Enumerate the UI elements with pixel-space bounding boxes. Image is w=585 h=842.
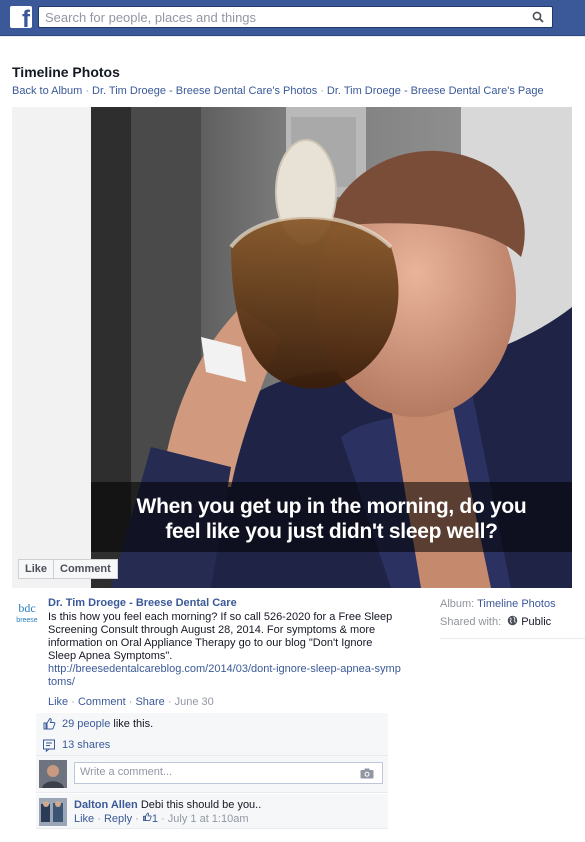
camera-icon[interactable] [360,768,374,782]
post-like-link[interactable]: Like [48,696,68,708]
comment-text: Debi this should be you.. [140,799,262,811]
commenter-name-link[interactable]: Dalton Allen [74,799,138,811]
comment-item: Dalton Allen Debi this should be you.. L… [36,794,388,829]
post-body: Dr. Tim Droege - Breese Dental Care Is t… [48,596,402,709]
comment-placeholder: Write a comment... [80,766,173,778]
side-divider [440,638,585,639]
comment-composer: Write a comment... [36,756,388,793]
viewer-avatar[interactable] [39,760,67,788]
thumbs-up-small-icon [142,812,152,821]
likes-row: 29 people like this. [36,713,388,735]
search-icon [532,11,544,23]
post-link[interactable]: http://breesedentalcareblog.com/2014/03/… [48,663,402,689]
page-photos-link[interactable]: Dr. Tim Droege - Breese Dental Care's Ph… [92,85,317,97]
post-author-link[interactable]: Dr. Tim Droege - Breese Dental Care [48,596,402,610]
breadcrumb-separator: · [320,85,324,97]
logo-sub: breese [16,617,38,624]
photo-info: Album: Timeline Photos Shared with: Publ… [440,597,585,633]
comment-like-number: 1 [151,813,158,825]
logo-letter: f [22,6,30,29]
logo-text: bdc [18,601,35,615]
post-date[interactable]: June 30 [175,696,214,708]
privacy-value: Public [521,616,552,628]
photo-actions: Like Comment [18,559,118,579]
post-share-link[interactable]: Share [135,696,164,708]
commenter-photo-icon [39,798,67,826]
share-icon [42,738,56,752]
page-logo-icon[interactable]: bdc breese [12,598,42,628]
page-title: Timeline Photos [12,64,120,80]
breadcrumb-separator: · [85,85,89,97]
album-row: Album: Timeline Photos [440,597,585,615]
likes-count-link[interactable]: 29 people [62,718,110,730]
globe-icon[interactable] [507,615,518,626]
shared-with-row: Shared with: Public [440,615,585,633]
shares-count-link[interactable]: 13 shares [62,739,110,751]
user-photo-icon [39,760,67,788]
post-actions: Like · Comment · Share · June 30 [48,696,214,708]
photo-stage: When you get up in the morning, do you f… [12,107,572,588]
comment-input[interactable]: Write a comment... [74,762,383,784]
facebook-logo-icon[interactable]: f [10,6,32,28]
comment-actions: Like · Reply · 1 · July 1 at 1:10am [74,812,249,825]
top-bar: f [0,0,585,36]
post-comment-link[interactable]: Comment [78,696,126,708]
search-input[interactable] [39,7,519,27]
shared-with-label: Shared with: [440,616,502,628]
post-message: Is this how you feel each morning? If so… [48,611,393,662]
photo-page: Timeline Photos Back to Album · Dr. Tim Dr… [0,37,585,842]
page-link[interactable]: Dr. Tim Droege - Breese Dental Care's Pa… [327,85,544,97]
likes-suffix: like this. [113,717,154,730]
search-button[interactable] [524,7,552,27]
album-link[interactable]: Timeline Photos [477,598,555,610]
search-box [38,6,553,28]
comment-reply-link[interactable]: Reply [104,813,132,825]
photo-like-button[interactable]: Like [18,559,55,579]
comment-like-link[interactable]: Like [74,813,94,825]
photo-comment-button[interactable]: Comment [54,559,118,579]
shares-row: 13 shares [36,734,388,756]
bdc-logo-icon: bdc breese [12,598,42,628]
breadcrumb: Back to Album · Dr. Tim Droege - Breese De… [12,85,544,97]
timeline-photo[interactable]: When you get up in the morning, do you f… [91,107,572,588]
photo-caption: When you get up in the morning, do you f… [91,494,572,544]
album-label: Album: [440,598,475,610]
caption-line-2: feel like you just didn't sleep well? [165,520,498,543]
caption-line-1: When you get up in the morning, do you [136,495,527,518]
comment-content: Dalton Allen Debi this should be you.. L… [74,798,261,826]
thumbs-up-icon [42,717,56,731]
back-to-album-link[interactable]: Back to Album [12,85,82,97]
comment-time[interactable]: July 1 at 1:10am [168,813,249,825]
comment-like-count[interactable]: 1 [142,812,158,825]
commenter-avatar[interactable] [39,798,67,826]
